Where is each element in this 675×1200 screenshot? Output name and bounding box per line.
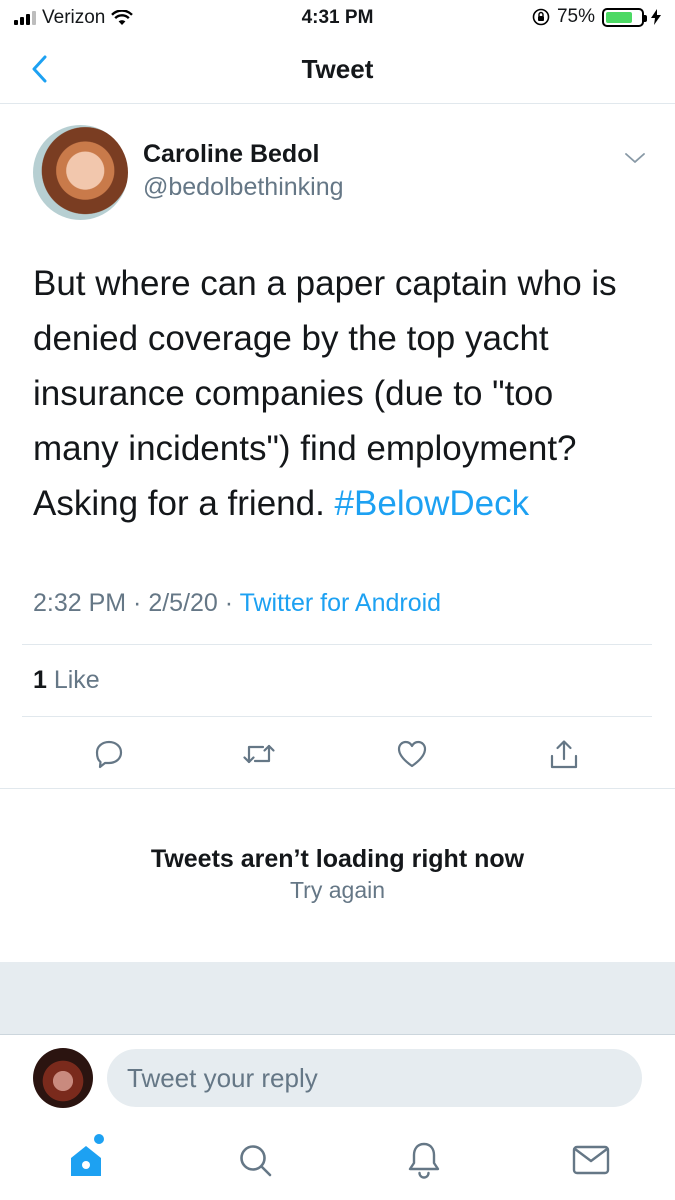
- search-icon: [240, 1145, 272, 1177]
- meta-separator: ·: [126, 589, 149, 617]
- replies-error-message: Tweets aren’t loading right now: [150, 845, 525, 873]
- reply-icon: [95, 740, 123, 769]
- tweet-timestamp: 2:32 PM · 2/5/20 · Twitter for Android: [33, 589, 441, 618]
- divider: [22, 644, 652, 645]
- hashtag-link[interactable]: #BelowDeck: [335, 484, 530, 523]
- author-name[interactable]: Caroline Bedol: [143, 140, 319, 169]
- tweet-source-link[interactable]: Twitter for Android: [240, 589, 441, 617]
- tweet-options-button[interactable]: [620, 146, 650, 170]
- status-right: 75%: [532, 6, 661, 28]
- tweet-date: 2/5/20: [148, 589, 218, 617]
- like-label: Like: [46, 666, 100, 694]
- home-notification-dot: [94, 1134, 104, 1144]
- tweet-action-bar: [0, 733, 675, 775]
- tweet-body: But where can a paper captain who is den…: [33, 264, 617, 523]
- try-again-link[interactable]: Try again: [0, 877, 675, 904]
- tab-messages[interactable]: [569, 1138, 613, 1182]
- tab-notifications[interactable]: [402, 1138, 446, 1182]
- author-avatar[interactable]: [33, 125, 128, 220]
- status-bar: Verizon 4:31 PM 75%: [0, 0, 675, 36]
- chevron-down-icon: [625, 153, 645, 163]
- battery-percent: 75%: [556, 6, 595, 27]
- likes-count-link[interactable]: 1 Like: [33, 666, 100, 695]
- home-icon: [71, 1146, 101, 1176]
- tab-bar: [0, 1120, 675, 1200]
- tab-search[interactable]: [233, 1138, 277, 1182]
- charging-bolt-icon: [651, 9, 661, 25]
- page-title: Tweet: [301, 54, 374, 84]
- share-icon: [550, 740, 578, 769]
- bell-icon: [408, 1142, 440, 1179]
- retweet-icon: [243, 744, 275, 764]
- battery-level: [606, 11, 632, 23]
- user-avatar[interactable]: [33, 1048, 93, 1108]
- tweet-text: But where can a paper captain who is den…: [33, 256, 648, 531]
- reply-button[interactable]: [88, 733, 130, 775]
- like-count: 1: [33, 666, 47, 694]
- share-button[interactable]: [543, 733, 585, 775]
- section-divider: [0, 788, 675, 789]
- retweet-button[interactable]: [238, 733, 280, 775]
- battery-icon: [602, 7, 647, 27]
- orientation-lock-icon: [532, 8, 550, 26]
- meta-separator: ·: [217, 589, 240, 617]
- tweet-time: 2:32 PM: [33, 589, 127, 617]
- tab-home[interactable]: [64, 1134, 108, 1182]
- divider: [22, 716, 652, 717]
- author-handle[interactable]: @bedolbethinking: [143, 173, 344, 202]
- nav-header: Tweet: [0, 36, 675, 104]
- replies-footer-band: [0, 962, 675, 1035]
- like-button[interactable]: [391, 733, 433, 775]
- mail-icon: [572, 1145, 610, 1175]
- reply-input[interactable]: [107, 1049, 642, 1107]
- heart-icon: [397, 740, 427, 768]
